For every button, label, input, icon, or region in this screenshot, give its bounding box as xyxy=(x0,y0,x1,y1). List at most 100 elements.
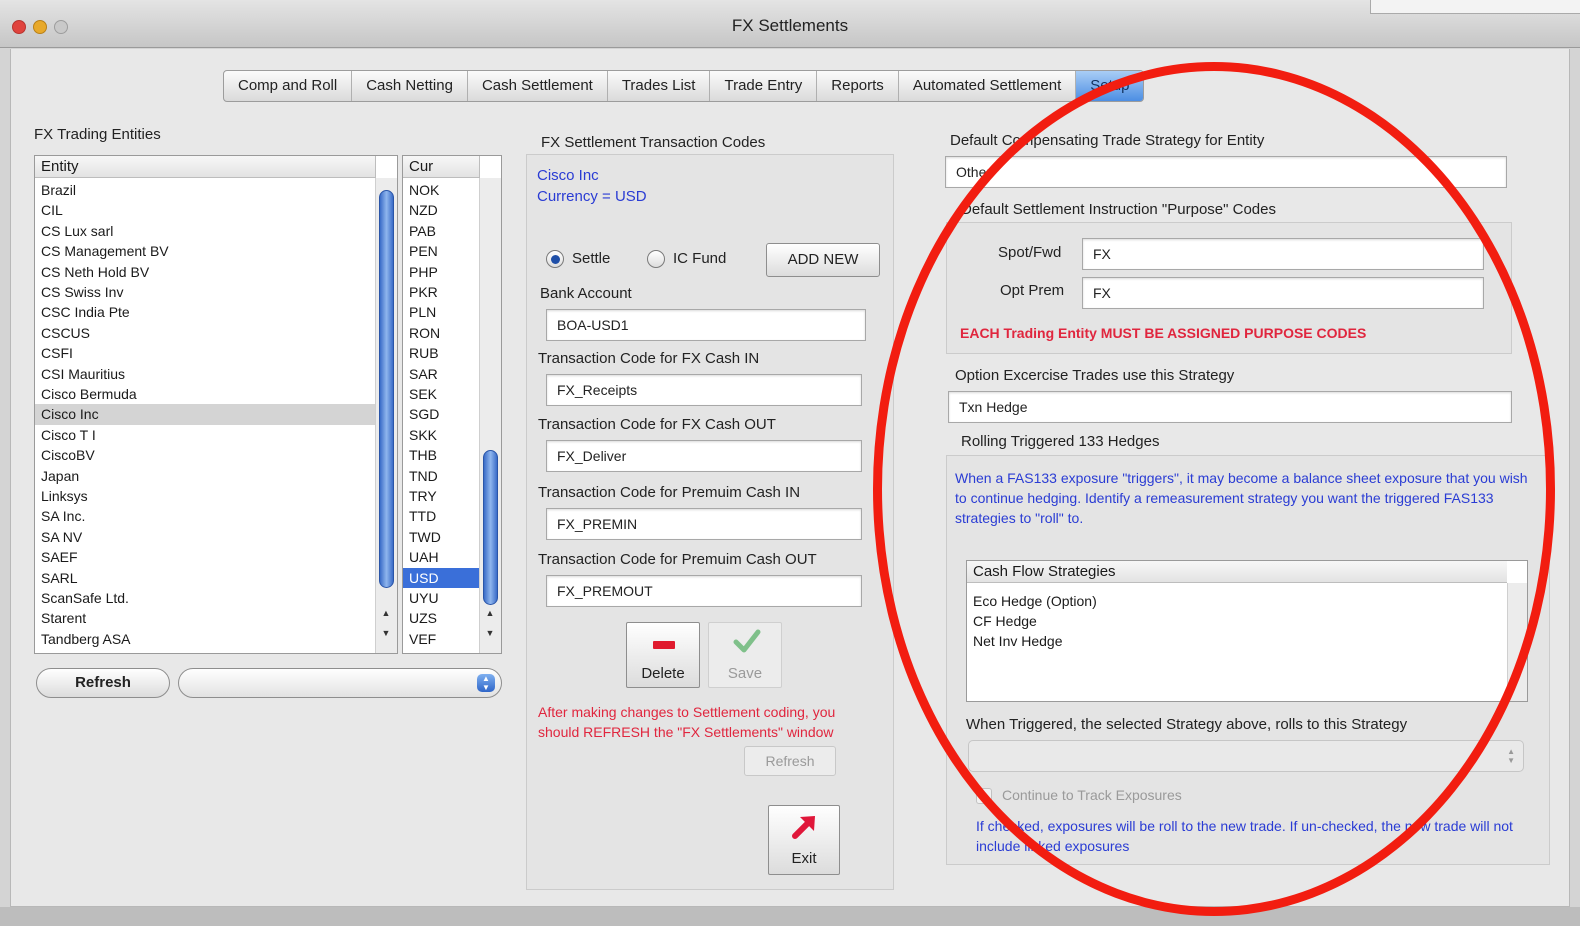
currency-list-item[interactable]: RON xyxy=(403,323,479,343)
opt-prem-field[interactable]: FX xyxy=(1082,277,1484,309)
currency-list-item[interactable]: SKK xyxy=(403,425,479,445)
entity-list-item[interactable]: SA Inc. xyxy=(35,506,375,526)
default-comp-field[interactable]: Other xyxy=(945,156,1507,188)
codes-refresh-button[interactable]: Refresh xyxy=(744,746,836,776)
cash-out-field[interactable]: FX_Deliver xyxy=(546,440,862,472)
currency-list-item[interactable]: UYU xyxy=(403,588,479,608)
currency-list-item[interactable]: PEN xyxy=(403,241,479,261)
scroll-up-arrow-icon[interactable]: ▲ xyxy=(484,608,496,618)
checkmark-icon xyxy=(733,629,761,653)
list-item[interactable]: Eco Hedge (Option) xyxy=(967,591,1097,611)
entity-list-item[interactable]: CS Management BV xyxy=(35,241,375,261)
add-new-button[interactable]: ADD NEW xyxy=(766,243,880,277)
header-divider xyxy=(375,156,376,178)
cash-flow-scrollbar[interactable] xyxy=(1507,583,1527,701)
entity-list[interactable]: Entity Brazil CIL CS Lux sarl CS Management… xyxy=(34,155,398,654)
entity-list-item[interactable]: CSI Mauritius xyxy=(35,364,375,384)
settle-radio[interactable] xyxy=(546,250,564,268)
currency-list-item[interactable]: NOK xyxy=(403,180,479,200)
currency-list-item[interactable]: UAH xyxy=(403,547,479,567)
scroll-down-arrow-icon[interactable]: ▼ xyxy=(380,628,392,638)
entity-column-header[interactable]: Entity xyxy=(35,156,375,178)
currency-list-item[interactable]: SAR xyxy=(403,364,479,384)
tab-setup[interactable]: Setup xyxy=(1076,71,1144,101)
list-item[interactable]: Net Inv Hedge xyxy=(967,631,1063,651)
entity-list-item[interactable]: CSFI xyxy=(35,343,375,363)
entity-popup-menu[interactable]: ▲ ▼ xyxy=(178,668,502,698)
entity-list-item[interactable]: Tandberg ASA xyxy=(35,629,375,649)
currency-list-item[interactable]: THB xyxy=(403,445,479,465)
tab-trade-entry[interactable]: Trade Entry xyxy=(710,71,818,101)
currency-list-item[interactable]: PHP xyxy=(403,262,479,282)
currency-list-item[interactable]: VEF xyxy=(403,629,479,649)
currency-scrollbar[interactable]: ▲ ▼ xyxy=(479,178,501,653)
save-button[interactable]: Save xyxy=(708,622,782,688)
tab-cash-settlement[interactable]: Cash Settlement xyxy=(468,71,608,101)
selected-currency-label: Currency = USD xyxy=(537,188,647,205)
entity-list-item[interactable]: Cisco Inc xyxy=(35,404,375,425)
currency-list[interactable]: Cur NOK NZD PAB PEN PHP PKR PLN RON RUB SAR SEK SGD… xyxy=(402,155,502,654)
entity-list-item[interactable]: CSC India Pte xyxy=(35,302,375,322)
tab-cash-netting[interactable]: Cash Netting xyxy=(352,71,468,101)
entity-list-item[interactable]: CS Neth Hold BV xyxy=(35,262,375,282)
tab-reports[interactable]: Reports xyxy=(817,71,899,101)
entity-list-item[interactable]: Brazil xyxy=(35,180,375,200)
prem-in-field[interactable]: FX_PREMIN xyxy=(546,508,862,540)
currency-list-item[interactable]: UZS xyxy=(403,608,479,628)
tab-trades-list[interactable]: Trades List xyxy=(608,71,711,101)
entity-list-item[interactable]: CIL xyxy=(35,200,375,220)
option-exercise-field[interactable]: Txn Hedge xyxy=(948,391,1512,423)
entity-list-item[interactable]: SAEF xyxy=(35,547,375,567)
bank-account-field[interactable]: BOA-USD1 xyxy=(546,309,866,341)
entity-scroll-thumb[interactable] xyxy=(379,190,394,588)
txn-codes-title: FX Settlement Transaction Codes xyxy=(541,134,766,151)
cash-flow-strategies-header[interactable]: Cash Flow Strategies xyxy=(967,561,1507,583)
spot-fwd-label: Spot/Fwd xyxy=(998,244,1062,261)
currency-list-item[interactable]: SEK xyxy=(403,384,479,404)
currency-list-item[interactable]: NZD xyxy=(403,200,479,220)
entity-list-item[interactable]: Japan xyxy=(35,466,375,486)
currency-list-item[interactable]: PKR xyxy=(403,282,479,302)
exit-button[interactable]: Exit xyxy=(768,805,840,875)
rolls-to-stepper-icon: ▲ ▼ xyxy=(1507,747,1515,765)
currency-list-item[interactable]: PAB xyxy=(403,221,479,241)
entity-list-item[interactable]: Cisco T I xyxy=(35,425,375,445)
currency-column-header[interactable]: Cur xyxy=(403,156,479,178)
entity-list-item[interactable]: CSCUS xyxy=(35,323,375,343)
list-item[interactable]: CF Hedge xyxy=(967,611,1037,631)
currency-list-item[interactable]: TTD xyxy=(403,506,479,526)
ic-fund-radio[interactable] xyxy=(647,250,665,268)
corner-decoration xyxy=(1370,0,1580,14)
entity-list-item[interactable]: Starent xyxy=(35,608,375,628)
entity-list-item[interactable]: CS Swiss Inv xyxy=(35,282,375,302)
cash-in-field[interactable]: FX_Receipts xyxy=(546,374,862,406)
prem-out-field[interactable]: FX_PREMOUT xyxy=(546,575,862,607)
delete-button[interactable]: Delete xyxy=(626,622,700,688)
currency-list-item[interactable]: PLN xyxy=(403,302,479,322)
entity-list-item[interactable]: SA NV xyxy=(35,527,375,547)
continue-track-checkbox[interactable] xyxy=(976,788,992,804)
entity-list-item[interactable]: Linksys xyxy=(35,486,375,506)
currency-list-item[interactable]: TRY xyxy=(403,486,479,506)
scroll-up-arrow-icon[interactable]: ▲ xyxy=(380,608,392,618)
currency-list-item[interactable]: TWD xyxy=(403,527,479,547)
entities-refresh-button[interactable]: Refresh xyxy=(36,668,170,698)
entity-list-item[interactable]: SARL xyxy=(35,568,375,588)
tab-comp-and-roll[interactable]: Comp and Roll xyxy=(224,71,353,101)
entity-list-item[interactable]: CS Lux sarl xyxy=(35,221,375,241)
currency-list-item[interactable]: TND xyxy=(403,466,479,486)
entity-list-item[interactable]: CiscoBV xyxy=(35,445,375,465)
currency-scroll-thumb[interactable] xyxy=(483,450,498,605)
currency-list-item[interactable]: RUB xyxy=(403,343,479,363)
entity-scrollbar[interactable]: ▲ ▼ xyxy=(375,178,397,653)
scroll-down-arrow-icon[interactable]: ▼ xyxy=(484,628,496,638)
currency-list-item[interactable]: SGD xyxy=(403,404,479,424)
spot-fwd-field[interactable]: FX xyxy=(1082,238,1484,270)
entity-list-item[interactable]: Cisco Bermuda xyxy=(35,384,375,404)
currency-list-item[interactable]: USD xyxy=(403,567,479,588)
entity-list-item[interactable]: ScanSafe Ltd. xyxy=(35,588,375,608)
rolls-to-popup[interactable]: ▲ ▼ xyxy=(968,740,1524,772)
opt-prem-label: Opt Prem xyxy=(1000,282,1065,299)
tab-automated-settlement[interactable]: Automated Settlement xyxy=(899,71,1077,101)
cash-flow-strategies-list[interactable]: Cash Flow Strategies Eco Hedge (Option) … xyxy=(966,560,1528,702)
